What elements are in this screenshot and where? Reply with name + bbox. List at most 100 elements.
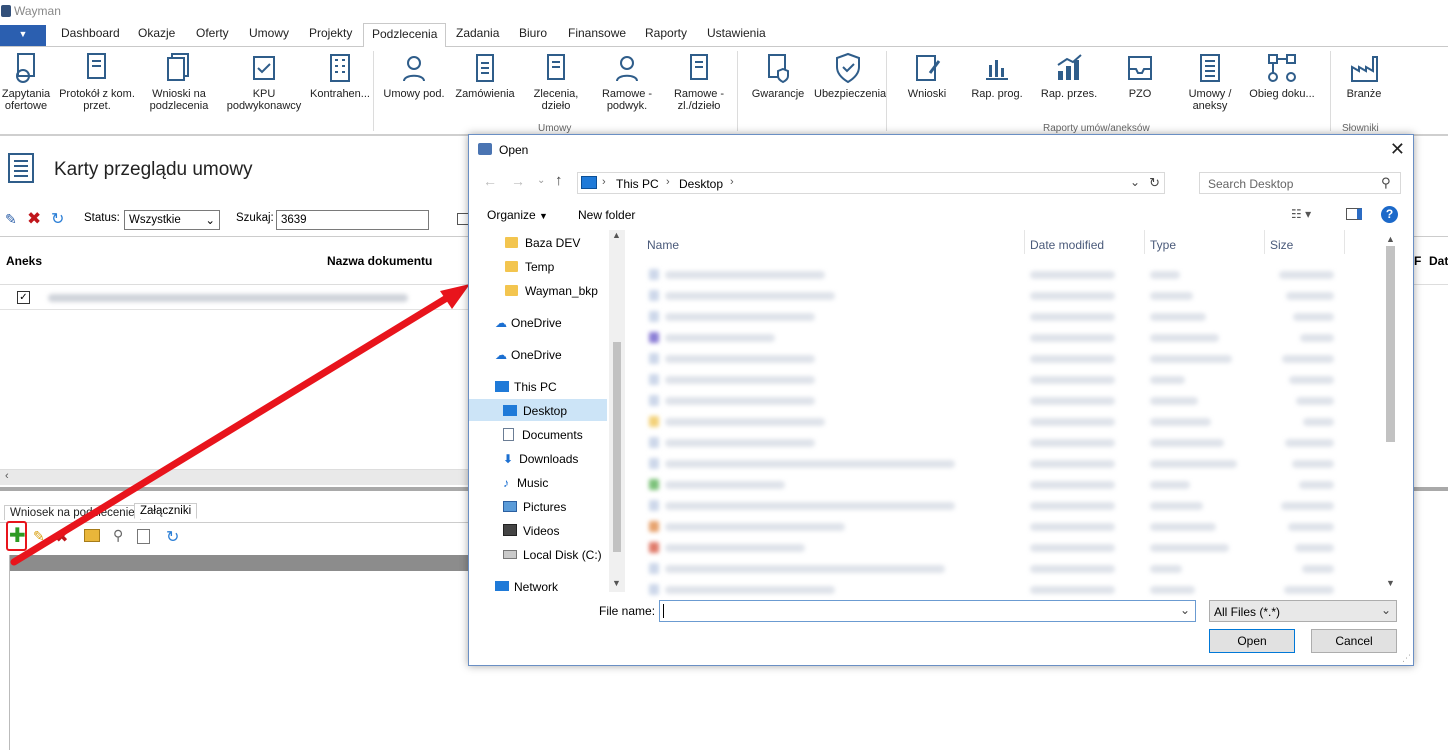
file-size-blur bbox=[1293, 313, 1334, 321]
cancel-button[interactable]: Cancel bbox=[1311, 629, 1397, 653]
file-name-blur bbox=[665, 523, 845, 531]
chevron-down-icon[interactable]: ⌄ bbox=[1180, 603, 1190, 617]
file-list: Name Date modified Type Size ▲ ▼ bbox=[639, 230, 1399, 595]
nav-label: This PC bbox=[514, 380, 557, 394]
file-size-blur bbox=[1288, 523, 1334, 531]
column-header-size[interactable]: Size bbox=[1270, 238, 1293, 252]
nav-label: OneDrive bbox=[511, 316, 562, 330]
help-icon[interactable]: ? bbox=[1381, 206, 1398, 223]
nav-scrollbar[interactable]: ▲ ▼ bbox=[609, 230, 625, 592]
breadcrumb-desktop[interactable]: Desktop bbox=[679, 177, 723, 191]
nav-item-music[interactable]: ♪ Music bbox=[503, 476, 548, 490]
nav-item-temp[interactable]: Temp bbox=[505, 260, 554, 274]
filename-label: File name: bbox=[599, 604, 656, 618]
file-row[interactable] bbox=[639, 413, 1379, 431]
text-cursor bbox=[663, 604, 664, 618]
file-size-blur bbox=[1302, 565, 1334, 573]
organize-button[interactable]: Organize ▼ bbox=[487, 208, 548, 222]
file-row[interactable] bbox=[639, 371, 1379, 389]
scroll-thumb[interactable] bbox=[1386, 246, 1395, 442]
file-row[interactable] bbox=[639, 560, 1379, 578]
search-icon: ⚲ bbox=[1381, 175, 1391, 190]
open-button[interactable]: Open bbox=[1209, 629, 1295, 653]
list-scrollbar[interactable]: ▲ ▼ bbox=[1383, 230, 1399, 592]
file-row[interactable] bbox=[639, 287, 1379, 305]
nav-item-onedrive-2[interactable]: ☁ OneDrive bbox=[495, 348, 562, 362]
nav-item-downloads[interactable]: ⬇ Downloads bbox=[503, 452, 578, 466]
file-icon bbox=[649, 563, 659, 574]
refresh-icon[interactable]: ↻ bbox=[1149, 175, 1160, 191]
file-size-blur bbox=[1292, 460, 1334, 468]
file-row[interactable] bbox=[639, 455, 1379, 473]
file-row[interactable] bbox=[639, 329, 1379, 347]
scroll-thumb[interactable] bbox=[613, 342, 621, 552]
address-bar[interactable]: › This PC › Desktop › ⌄ ↻ bbox=[577, 172, 1165, 194]
chevron-down-icon[interactable]: ⌄ bbox=[1130, 175, 1140, 189]
file-icon bbox=[649, 290, 659, 301]
file-row[interactable] bbox=[639, 350, 1379, 368]
file-date-blur bbox=[1030, 523, 1115, 531]
file-type-blur bbox=[1150, 418, 1211, 426]
file-date-blur bbox=[1030, 481, 1115, 489]
nav-item-local-disk[interactable]: Local Disk (C:) bbox=[503, 548, 602, 562]
view-options-icon[interactable]: ☷ ▾ bbox=[1291, 207, 1311, 221]
resize-grip-icon[interactable]: ⋰ bbox=[1402, 653, 1411, 664]
scroll-down-icon[interactable]: ▼ bbox=[1386, 578, 1395, 588]
file-type-blur bbox=[1150, 271, 1180, 279]
up-arrow-icon[interactable]: ↑ bbox=[555, 172, 563, 189]
nav-label: Wayman_bkp bbox=[525, 284, 598, 298]
file-size-blur bbox=[1296, 397, 1334, 405]
scroll-up-icon[interactable]: ▲ bbox=[1386, 234, 1395, 244]
column-header-name[interactable]: Name bbox=[647, 238, 679, 252]
preview-pane-icon[interactable] bbox=[1346, 208, 1362, 220]
file-row[interactable] bbox=[639, 476, 1379, 494]
file-row[interactable] bbox=[639, 434, 1379, 452]
file-date-blur bbox=[1030, 271, 1115, 279]
back-arrow-icon[interactable]: ← bbox=[483, 173, 497, 189]
file-row[interactable] bbox=[639, 539, 1379, 557]
breadcrumb-this-pc[interactable]: This PC bbox=[616, 177, 659, 191]
folder-icon bbox=[505, 285, 518, 296]
file-row[interactable] bbox=[639, 266, 1379, 284]
file-size-blur bbox=[1279, 271, 1334, 279]
nav-item-this-pc[interactable]: This PC bbox=[495, 380, 557, 394]
file-icon bbox=[649, 458, 659, 469]
column-header-date[interactable]: Date modified bbox=[1030, 238, 1104, 252]
nav-item-documents[interactable]: Documents bbox=[503, 428, 583, 442]
file-row[interactable] bbox=[639, 308, 1379, 326]
forward-arrow-icon[interactable]: → bbox=[511, 173, 525, 189]
scroll-down-icon[interactable]: ▼ bbox=[612, 578, 621, 588]
file-date-blur bbox=[1030, 418, 1115, 426]
recent-chevron-icon[interactable]: ⌄ bbox=[537, 175, 545, 186]
file-date-blur bbox=[1030, 376, 1115, 384]
file-size-blur bbox=[1303, 418, 1334, 426]
nav-item-wayman-bkp[interactable]: Wayman_bkp bbox=[505, 284, 598, 298]
column-header-type[interactable]: Type bbox=[1150, 238, 1176, 252]
file-icon bbox=[649, 584, 659, 595]
nav-item-desktop[interactable]: Desktop bbox=[503, 404, 567, 418]
download-arrow-icon: ⬇ bbox=[503, 452, 514, 466]
filename-input[interactable]: ⌄ bbox=[659, 600, 1196, 622]
nav-item-pictures[interactable]: Pictures bbox=[503, 500, 566, 514]
file-row[interactable] bbox=[639, 497, 1379, 515]
file-row[interactable] bbox=[639, 392, 1379, 410]
scroll-up-icon[interactable]: ▲ bbox=[612, 230, 621, 240]
file-type-select[interactable]: All Files (*.*) ⌄ bbox=[1209, 600, 1397, 622]
nav-item-videos[interactable]: Videos bbox=[503, 524, 559, 538]
file-size-blur bbox=[1299, 481, 1334, 489]
column-divider bbox=[1344, 230, 1345, 254]
nav-item-onedrive[interactable]: ☁ OneDrive bbox=[495, 316, 562, 330]
file-type-blur bbox=[1150, 523, 1216, 531]
file-type-value: All Files (*.*) bbox=[1214, 605, 1281, 619]
file-row[interactable] bbox=[639, 518, 1379, 536]
nav-item-baza-dev[interactable]: Baza DEV bbox=[505, 236, 580, 250]
file-name-blur bbox=[665, 271, 825, 279]
search-input[interactable]: Search Desktop bbox=[1199, 172, 1401, 194]
close-icon[interactable]: ✕ bbox=[1390, 139, 1405, 160]
new-folder-button[interactable]: New folder bbox=[578, 208, 635, 222]
column-divider bbox=[1264, 230, 1265, 254]
file-size-blur bbox=[1286, 292, 1334, 300]
nav-item-network[interactable]: Network bbox=[495, 580, 558, 592]
file-row[interactable] bbox=[639, 581, 1379, 599]
file-type-blur bbox=[1150, 481, 1190, 489]
